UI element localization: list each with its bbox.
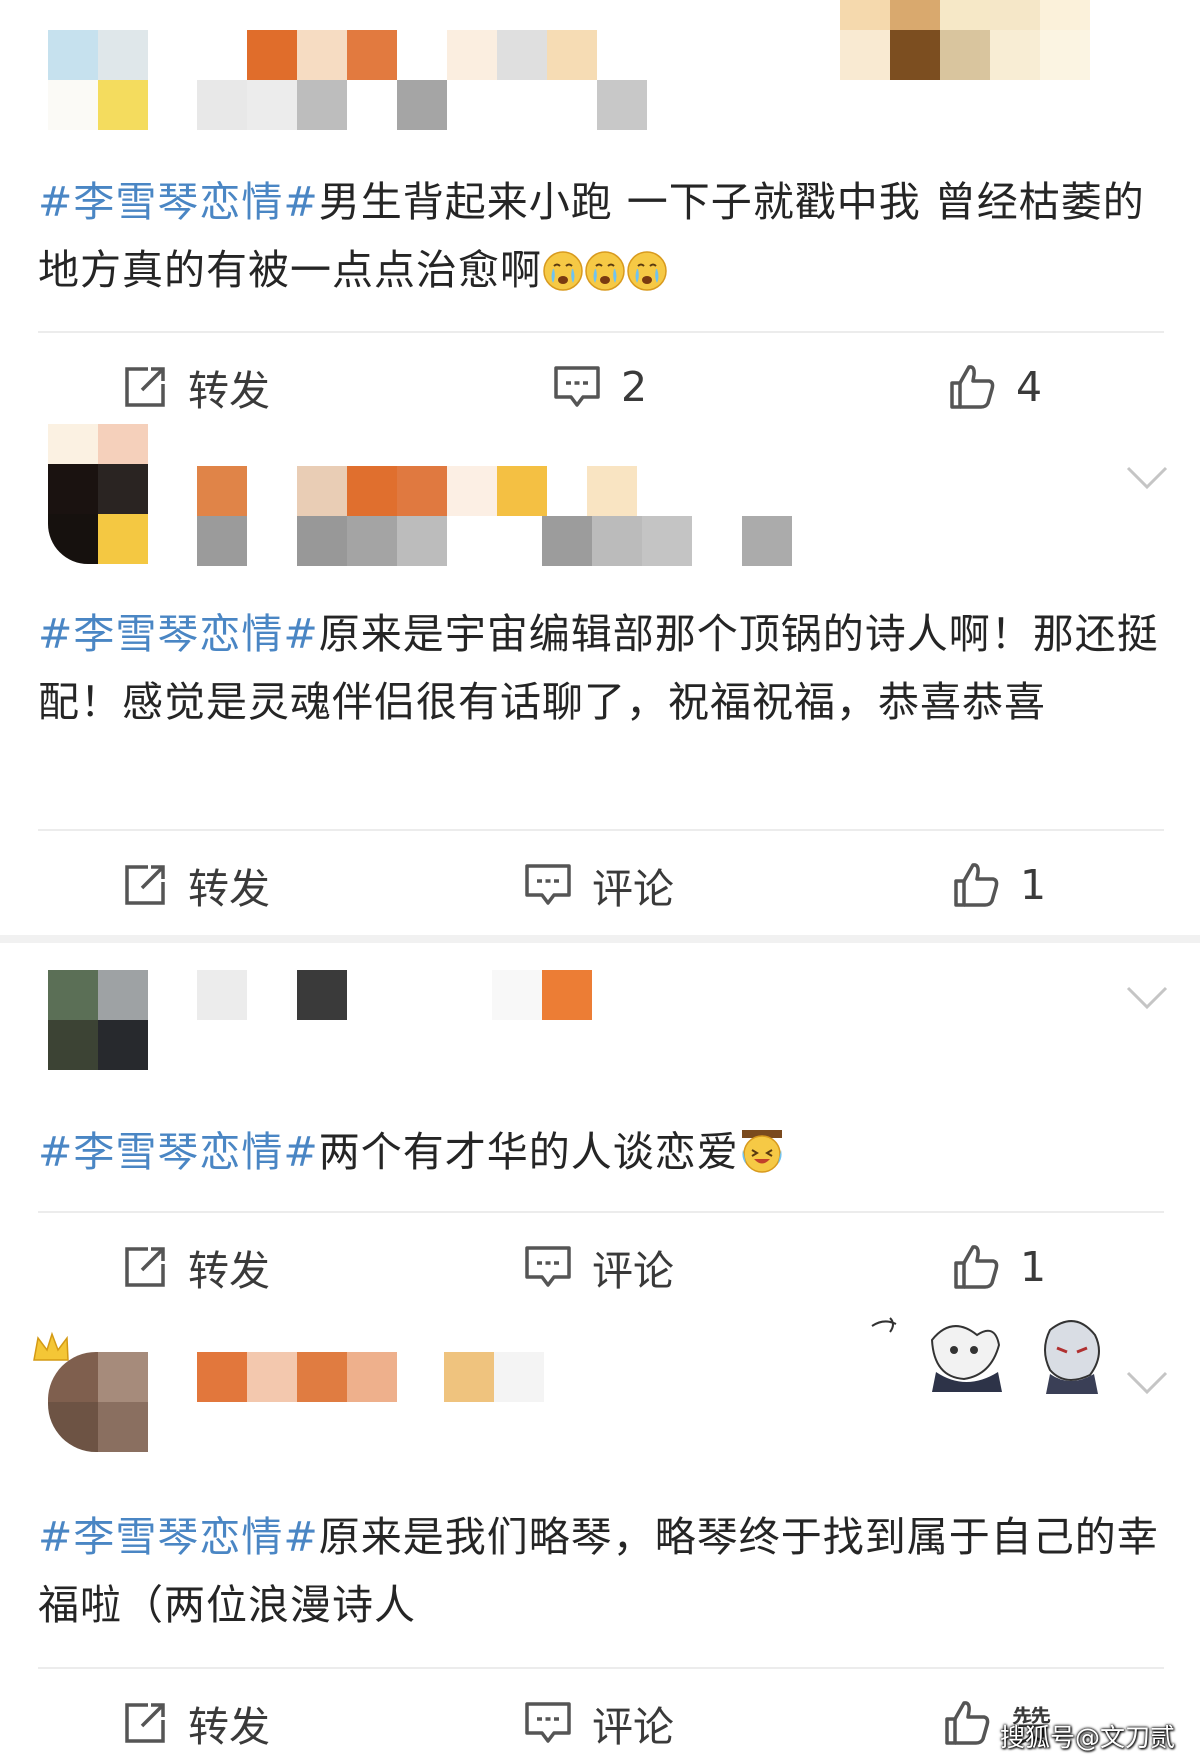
hashtag-link[interactable]: #李雪琴恋情# (38, 1128, 319, 1176)
comment-button[interactable]: 评论 (524, 1237, 674, 1297)
crying-emoji-icon (627, 251, 667, 291)
comment-icon (554, 366, 600, 407)
username-pixelated[interactable] (197, 1352, 547, 1402)
comment-button[interactable]: 评论 (524, 855, 674, 915)
repost-label: 转发 (188, 865, 270, 913)
username-pixelated[interactable] (197, 466, 797, 566)
post-2-text: #李雪琴恋情#原来是宇宙编辑部那个顶锅的诗人啊！那还挺配！感觉是灵魂伴侣很有话聊… (38, 600, 1163, 736)
hashtag-link[interactable]: #李雪琴恋情# (38, 1513, 319, 1561)
section-separator (0, 935, 1200, 943)
comment-label: 评论 (592, 865, 674, 913)
avatar-pixelated[interactable] (48, 1352, 148, 1452)
post-3-text: #李雪琴恋情#两个有才华的人谈恋爱 (38, 1118, 1163, 1186)
like-count: 4 (1016, 363, 1043, 411)
repost-label: 转发 (188, 1247, 270, 1295)
chevron-down-icon[interactable] (1125, 985, 1169, 1011)
repost-label: 转发 (188, 367, 270, 415)
comment-label: 评论 (592, 1247, 674, 1295)
attached-image-pixelated[interactable] (840, 0, 1090, 80)
comment-icon (525, 864, 571, 905)
comment-button[interactable]: 2 (553, 357, 647, 417)
avatar-pixelated[interactable] (48, 970, 148, 1070)
comment-icon (525, 1246, 571, 1287)
like-button[interactable]: 1 (952, 855, 1046, 915)
repost-button[interactable]: 转发 (122, 357, 270, 417)
joy-tears-emoji-icon (741, 1130, 782, 1173)
thumbs-up-icon (954, 863, 999, 907)
repost-button[interactable]: 转发 (122, 1237, 270, 1297)
hashtag-link[interactable]: #李雪琴恋情# (38, 610, 319, 658)
post-1-divider (38, 331, 1164, 333)
repost-icon (125, 1247, 165, 1287)
like-count: 1 (1020, 861, 1047, 909)
repost-icon (125, 367, 165, 407)
thumbs-up-icon (950, 365, 995, 409)
decoration-sticker-image (871, 1317, 1100, 1394)
post-4-divider (38, 1667, 1164, 1669)
post-1-text: #李雪琴恋情#男生背起来小跑 一下子就戳中我 曾经枯萎的地方真的有被一点点治愈啊 (38, 168, 1163, 304)
comment-button[interactable]: 评论 (524, 1693, 674, 1753)
repost-button[interactable]: 转发 (122, 1693, 270, 1753)
username-pixelated[interactable] (197, 970, 597, 1020)
repost-icon (125, 865, 165, 905)
watermark: 搜狐号@文刀贰 (1000, 1723, 1176, 1752)
chevron-down-icon[interactable] (1125, 1370, 1169, 1396)
post-4-text: #李雪琴恋情#原来是我们略琴，略琴终于找到属于自己的幸福啦（两位浪漫诗人 (38, 1503, 1163, 1639)
repost-button[interactable]: 转发 (122, 855, 270, 915)
chevron-down-icon[interactable] (1125, 465, 1169, 491)
post-3-divider (38, 1211, 1164, 1213)
username-pixelated[interactable] (197, 30, 647, 130)
thumbs-up-icon (954, 1245, 999, 1289)
repost-icon (125, 1703, 165, 1743)
comment-icon (525, 1702, 571, 1743)
avatar-pixelated[interactable] (48, 424, 148, 564)
post-2-divider (38, 829, 1164, 831)
avatar-pixelated[interactable] (48, 30, 148, 130)
crying-emoji-icon (585, 251, 625, 291)
thumbs-up-icon (945, 1701, 990, 1745)
comment-count: 2 (621, 363, 648, 411)
crying-emoji-icon (543, 251, 583, 291)
like-button[interactable]: 1 (952, 1237, 1046, 1297)
like-button[interactable]: 4 (948, 357, 1042, 417)
repost-label: 转发 (188, 1703, 270, 1751)
like-count: 1 (1020, 1243, 1047, 1291)
comment-label: 评论 (592, 1703, 674, 1751)
post-body: 两个有才华的人谈恋爱 (318, 1128, 739, 1176)
hashtag-link[interactable]: #李雪琴恋情# (38, 178, 319, 226)
